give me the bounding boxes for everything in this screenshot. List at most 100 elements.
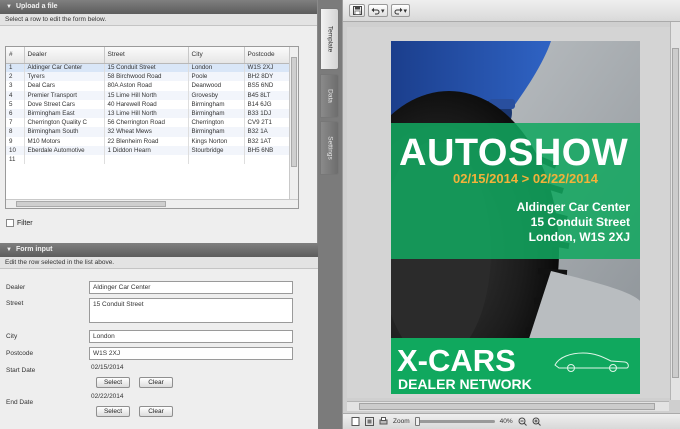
form-instruction: Edit the row selected in the list above.	[0, 257, 318, 269]
fit-page-icon[interactable]	[365, 417, 374, 426]
column-header-city[interactable]: City	[188, 47, 245, 64]
zoom-slider-handle[interactable]	[414, 417, 420, 426]
tab-data[interactable]: Data	[320, 74, 339, 118]
save-button[interactable]	[349, 4, 365, 17]
table-row[interactable]: 6 Birmingham East 13 Lime Hill North Birmin…	[6, 108, 291, 119]
preview-canvas[interactable]: AUTOSHOW 02/15/2014 > 02/22/2014 Aldinge…	[347, 27, 670, 398]
start-date-label: Start Date	[6, 367, 36, 374]
redo-dropdown-icon[interactable]: ▾	[404, 7, 408, 15]
zoom-slider[interactable]	[414, 417, 495, 426]
tab-template-label: Template	[326, 25, 333, 53]
dealer-grid: # Dealer Street City Postcode 1 Aldinger …	[5, 46, 299, 209]
collapse-icon[interactable]: ▼	[6, 243, 12, 257]
save-icon	[352, 6, 362, 15]
city-cell: Birmingham	[188, 127, 245, 137]
preview-horizontal-scroll-thumb[interactable]	[359, 403, 655, 410]
postcode-cell: W1S 2XJ	[244, 63, 291, 73]
dealer-table: # Dealer Street City Postcode 1 Aldinger …	[6, 47, 291, 165]
redo-button[interactable]: ▾	[390, 4, 411, 17]
table-row[interactable]: 3 Deal Cars 80A Aston Road Deanwood BS5 6ND	[6, 81, 291, 91]
dealer-field[interactable]: Aldinger Car Center	[89, 281, 293, 294]
car-outline-icon	[554, 352, 629, 372]
city-cell: Birmingham	[188, 99, 245, 109]
end-date-clear-button[interactable]: Clear	[139, 406, 173, 417]
column-header-postcode[interactable]: Postcode	[244, 47, 291, 64]
poster-address: Aldinger Car Center 15 Conduit Street Lo…	[517, 200, 630, 245]
start-date-select-button[interactable]: Select	[96, 377, 130, 388]
postcode-cell	[244, 154, 291, 165]
print-icon[interactable]	[379, 417, 388, 426]
upload-panel-header[interactable]: ▼ Upload a file	[0, 0, 317, 14]
upload-instruction: Select a row to edit the form below.	[0, 14, 317, 26]
street-label: Street	[6, 300, 24, 307]
column-header-street[interactable]: Street	[104, 47, 189, 64]
column-header-number[interactable]: #	[6, 47, 25, 64]
street-cell: 15 Lime Hill North	[104, 90, 189, 100]
dealer-cell: Dove Street Cars	[24, 99, 105, 109]
tab-data-label: Data	[326, 89, 333, 103]
poster-title: AUTOSHOW	[399, 132, 629, 174]
collapse-icon[interactable]: ▼	[6, 0, 12, 14]
row-number-cell: 1	[6, 63, 25, 73]
table-row[interactable]: 4 Premier Transport 15 Lime Hill North Grov…	[6, 90, 291, 100]
table-row[interactable]: 5 Dove Street Cars 40 Harewell Road Birming…	[6, 99, 291, 109]
end-date-label: End Date	[6, 399, 34, 406]
grid-horizontal-scroll-thumb[interactable]	[16, 201, 166, 207]
preview-area: ▾ ▾ AUTOSHOW 02/15/2014 > 02/22/2014 Ald…	[342, 0, 680, 429]
grid-horizontal-scrollbar[interactable]	[6, 199, 298, 208]
page-icon[interactable]	[351, 417, 360, 426]
table-row[interactable]: 9 M10 Motors 22 Blenheim Road Kings Norton B…	[6, 136, 291, 146]
grid-vertical-scrollbar[interactable]	[289, 47, 298, 200]
row-number-cell: 9	[6, 136, 25, 146]
row-number-cell: 6	[6, 108, 25, 119]
street-cell: 15 Conduit Street	[104, 63, 189, 73]
filter-checkbox[interactable]	[6, 219, 14, 227]
table-row[interactable]: 11	[6, 154, 291, 165]
city-field[interactable]: London	[89, 330, 293, 343]
table-row[interactable]: 7 Cherrington Quality C 56 Cherrington Roa…	[6, 118, 291, 128]
table-row[interactable]: 1 Aldinger Car Center 15 Conduit Street Lon…	[6, 63, 291, 73]
filter-toggle[interactable]: Filter	[6, 219, 33, 227]
postcode-cell: B33 1DJ	[244, 108, 291, 119]
end-date-value: 02/22/2014	[91, 393, 124, 400]
poster-brand: X-CARS	[397, 343, 516, 378]
postcode-field[interactable]: W1S 2XJ	[89, 347, 293, 360]
city-cell: Kings Norton	[188, 136, 245, 146]
poster-address-line2: 15 Conduit Street	[530, 215, 630, 229]
tab-settings[interactable]: Settings	[320, 121, 339, 175]
city-label: City	[6, 333, 18, 340]
undo-dropdown-icon[interactable]: ▾	[381, 7, 385, 15]
row-number-cell: 7	[6, 118, 25, 128]
table-row[interactable]: 10 Eberdale Automotive 1 Diddon Hearn Stour…	[6, 145, 291, 155]
undo-icon	[371, 7, 380, 14]
postcode-cell: BS5 6ND	[244, 81, 291, 91]
upload-panel-title: Upload a file	[15, 3, 58, 10]
table-row[interactable]: 2 Tyrers 58 Birchwood Road Poole BH2 8DY	[6, 72, 291, 82]
row-number-cell: 8	[6, 127, 25, 137]
form-panel-header[interactable]: ▼ Form input	[0, 243, 318, 257]
city-cell: Poole	[188, 72, 245, 82]
street-cell: 40 Harewell Road	[104, 99, 189, 109]
row-number-cell: 11	[6, 154, 25, 165]
table-row[interactable]: 8 Birmingham South 32 Wheat Mews Birmingham…	[6, 127, 291, 137]
preview-vertical-scrollbar[interactable]	[670, 22, 680, 400]
undo-button[interactable]: ▾	[368, 4, 388, 17]
preview-horizontal-scrollbar[interactable]	[347, 401, 669, 411]
zoom-out-icon[interactable]	[518, 417, 527, 426]
street-cell: 22 Blenheim Road	[104, 136, 189, 146]
street-field[interactable]: 15 Conduit Street	[89, 298, 293, 323]
start-date-clear-button[interactable]: Clear	[139, 377, 173, 388]
dealer-cell: Birmingham South	[24, 127, 105, 137]
end-date-select-button[interactable]: Select	[96, 406, 130, 417]
tab-settings-label: Settings	[326, 136, 333, 160]
grid-vertical-scroll-thumb[interactable]	[291, 57, 297, 167]
dealer-cell: Tyrers	[24, 72, 105, 82]
preview-vertical-scroll-thumb[interactable]	[672, 48, 679, 378]
column-header-dealer[interactable]: Dealer	[24, 47, 105, 64]
zoom-in-icon[interactable]	[532, 417, 541, 426]
poster-address-line3: London, W1S 2XJ	[528, 230, 630, 244]
tab-template[interactable]: Template	[320, 8, 339, 70]
row-number-cell: 10	[6, 145, 25, 155]
redo-icon	[394, 7, 403, 14]
dealer-cell: Deal Cars	[24, 81, 105, 91]
